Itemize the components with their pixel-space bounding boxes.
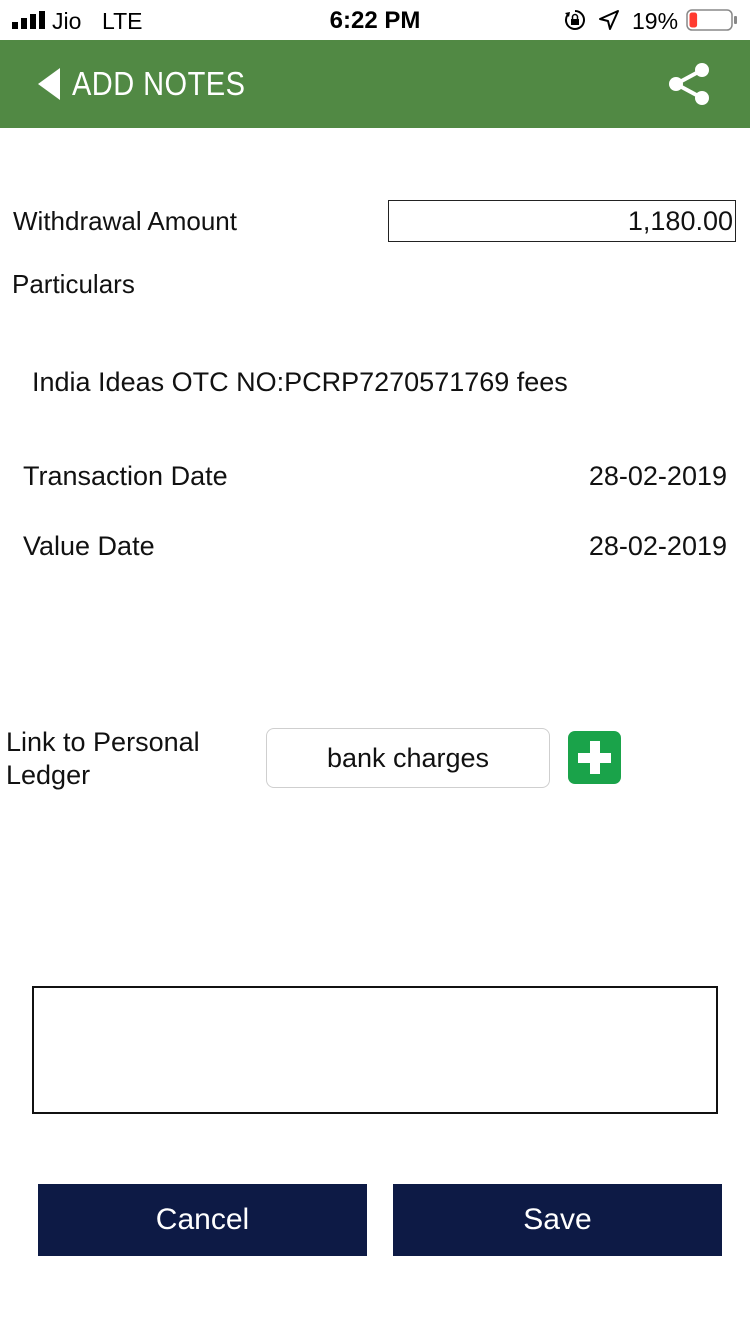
value-date-label: Value Date [23,531,155,561]
notes-input[interactable] [32,986,718,1114]
add-notes-screen: Jio LTE 6:22 PM 19% ADD NOTES Withdrawal… [0,0,750,1334]
cancel-button[interactable]: Cancel [38,1184,367,1256]
value-date-value: 28-02-2019 [588,531,727,561]
ledger-label-line1: Link to Personal [6,727,200,757]
back-arrow-icon [38,68,60,100]
location-arrow-icon [599,10,619,30]
transaction-date-label: Transaction Date [23,461,228,491]
nav-bar: ADD NOTES [0,40,750,128]
particulars-label: Particulars [12,269,135,299]
save-button[interactable]: Save [393,1184,722,1256]
add-ledger-button[interactable] [568,731,621,784]
ledger-label-line2: Ledger [6,760,91,790]
share-icon[interactable] [664,59,714,109]
personal-ledger-select[interactable]: bank charges [266,728,550,788]
rotation-lock-icon [565,10,585,30]
withdrawal-amount-field[interactable]: 1,180.00 [388,200,736,242]
withdrawal-amount-label: Withdrawal Amount [13,206,237,236]
battery-icon [686,9,737,31]
battery-fill [689,12,698,28]
status-bar: Jio LTE 6:22 PM 19% [0,0,750,40]
particulars-value: India Ideas OTC NO:PCRP7270571769 fees [32,367,568,397]
transaction-date-value: 28-02-2019 [588,461,727,491]
battery-percent: 19% [632,8,679,34]
back-button[interactable]: ADD NOTES [30,40,269,128]
page-title: ADD NOTES [72,65,246,102]
